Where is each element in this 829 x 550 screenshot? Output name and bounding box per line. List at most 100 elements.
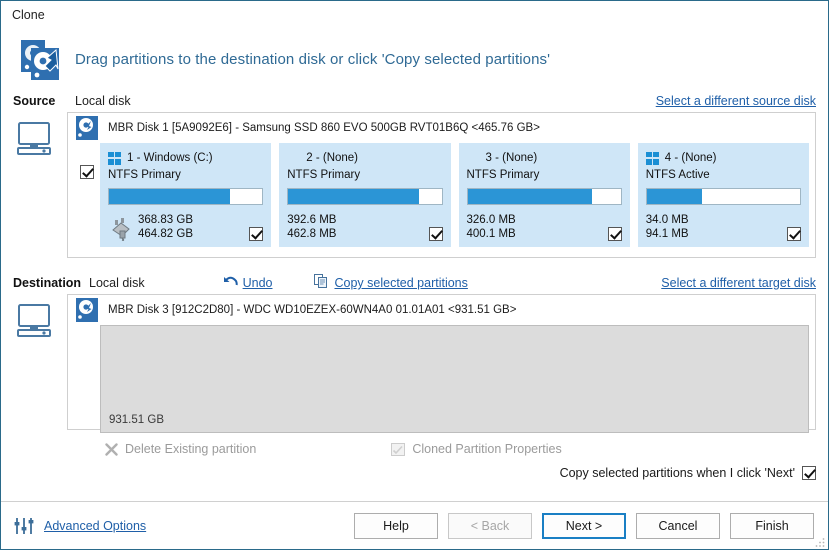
partition-total: 464.82 GB [138,228,193,240]
partition-usage-bar [108,188,263,205]
partition-footer: 392.6 MB 462.8 MB [287,211,442,241]
partition-used: 392.6 MB [287,214,336,226]
destination-disk-title: MBR Disk 3 [912C2D80] - WDC WD10EZEX-60W… [108,304,516,316]
select-different-source-disk-link[interactable]: Select a different source disk [656,94,816,108]
clone-disk-icon [17,36,63,82]
source-disk-panel[interactable]: MBR Disk 1 [5A9092E6] - Samsung SSD 860 … [67,112,816,258]
close-icon [105,443,118,456]
partition-checkbox[interactable] [429,227,443,241]
partition-usage-bar [467,188,622,205]
destination-side-icon-col [1,294,67,430]
undo-label[interactable]: Undo [243,276,273,290]
partition-card[interactable]: 3 - (None) NTFS Primary 326.0 MB 400.1 M… [459,143,630,247]
partition-used: 34.0 MB [646,214,689,226]
properties-icon [391,443,405,456]
copy-selected-partitions-label[interactable]: Copy selected partitions [334,276,467,290]
delete-existing-partition-label: Delete Existing partition [125,442,256,456]
windows-logo-icon [646,152,659,165]
source-disk-title-row: MBR Disk 1 [5A9092E6] - Samsung SSD 860 … [68,113,815,143]
resize-grip[interactable] [815,536,825,546]
partition-checkbox[interactable] [249,227,263,241]
destination-unallocated-area[interactable]: 931.51 GB [100,325,809,433]
windows-logo-icon [108,152,121,165]
advanced-options-label[interactable]: Advanced Options [44,519,146,533]
partition-header: 4 - (None) [646,150,801,166]
back-button: < Back [448,513,532,539]
footer-buttons: Help < Back Next > Cancel Finish [354,513,814,539]
source-side-icon-col [1,112,67,258]
source-partition-list: 1 - Windows (C:) NTFS Primary [100,143,809,247]
computer-monitor-icon [14,120,54,158]
source-disk-title: MBR Disk 1 [5A9092E6] - Samsung SSD 860 … [108,122,540,134]
finish-button[interactable]: Finish [730,513,814,539]
partition-sizes: 326.0 MB 400.1 MB [467,213,516,241]
partition-total: 462.8 MB [287,228,336,240]
title-bar: Clone [1,1,828,28]
window-title: Clone [12,8,45,22]
partition-footer: 326.0 MB 400.1 MB [467,211,622,241]
destination-label: Destination [13,276,89,290]
source-disk-row: MBR Disk 1 [5A9092E6] - Samsung SSD 860 … [1,112,828,258]
partition-usage-bar [646,188,801,205]
copy-on-next-row: Copy selected partitions when I click 'N… [1,462,828,484]
destination-sublabel: Local disk [89,276,145,290]
partition-sizes: 34.0 MB 94.1 MB [646,213,689,241]
usb-plug-icon [108,217,134,241]
cloned-partition-properties-button: Cloned Partition Properties [391,442,561,456]
copy-icon [314,274,329,292]
partition-usage-bar [287,188,442,205]
partition-checkbox[interactable] [608,227,622,241]
partition-header: 2 - (None) [287,150,442,166]
partition-usage-fill [647,189,702,204]
partition-header: 3 - (None) [467,150,622,166]
cloned-partition-properties-label: Cloned Partition Properties [412,442,561,456]
partition-usage-fill [288,189,418,204]
partition-sizes: 392.6 MB 462.8 MB [287,213,336,241]
sliders-icon [13,515,35,537]
computer-monitor-icon [14,302,54,340]
partition-footer: 34.0 MB 94.1 MB [646,211,801,241]
partition-filesystem: NTFS Active [646,169,801,181]
destination-disk-panel[interactable]: MBR Disk 3 [912C2D80] - WDC WD10EZEX-60W… [67,294,816,430]
banner-text: Drag partitions to the destination disk … [75,51,550,68]
delete-existing-partition-button: Delete Existing partition [105,442,256,456]
source-disk-body: 1 - Windows (C:) NTFS Primary [68,143,815,257]
hard-disk-icon [74,297,100,323]
copy-on-next-checkbox[interactable] [802,466,816,480]
partition-card[interactable]: 4 - (None) NTFS Active 34.0 MB 94.1 MB [638,143,809,247]
banner: Drag partitions to the destination disk … [1,28,828,90]
partition-card[interactable]: 1 - Windows (C:) NTFS Primary [100,143,271,247]
select-different-target-disk-link[interactable]: Select a different target disk [661,276,816,290]
hard-disk-icon [74,115,100,141]
cancel-button[interactable]: Cancel [636,513,720,539]
copy-selected-partitions-button[interactable]: Copy selected partitions [314,274,467,292]
partition-checkbox[interactable] [787,227,801,241]
partition-card[interactable]: 2 - (None) NTFS Primary 392.6 MB 462.8 M… [279,143,450,247]
source-label: Source [13,94,75,108]
partition-used: 368.83 GB [138,214,193,226]
source-sublabel: Local disk [75,94,131,108]
partition-sizes: 368.83 GB 464.82 GB [138,213,193,241]
destination-unallocated-size: 931.51 GB [109,414,164,426]
source-section-header: Source Local disk Select a different sou… [1,90,828,112]
source-select-all-checkbox[interactable] [80,165,94,179]
partition-total: 400.1 MB [467,228,516,240]
partition-name: 1 - Windows (C:) [127,152,213,164]
destination-disk-title-row: MBR Disk 3 [912C2D80] - WDC WD10EZEX-60W… [68,295,815,325]
partition-filesystem: NTFS Primary [108,169,263,181]
help-button[interactable]: Help [354,513,438,539]
undo-button[interactable]: Undo [223,275,273,291]
partition-usage-fill [109,189,230,204]
partition-name: 3 - (None) [486,152,538,164]
copy-on-next-label: Copy selected partitions when I click 'N… [560,466,795,480]
source-select-all-col [74,143,100,179]
partition-actions-row: Delete Existing partition Cloned Partiti… [1,436,828,462]
destination-section-header: Destination Local disk Undo [1,272,828,294]
partition-filesystem: NTFS Primary [287,169,442,181]
main-content: Source Local disk Select a different sou… [1,90,828,501]
next-button[interactable]: Next > [542,513,626,539]
undo-icon [223,275,238,291]
advanced-options-button[interactable]: Advanced Options [13,515,146,537]
destination-disk-row: MBR Disk 3 [912C2D80] - WDC WD10EZEX-60W… [1,294,828,430]
partition-used: 326.0 MB [467,214,516,226]
